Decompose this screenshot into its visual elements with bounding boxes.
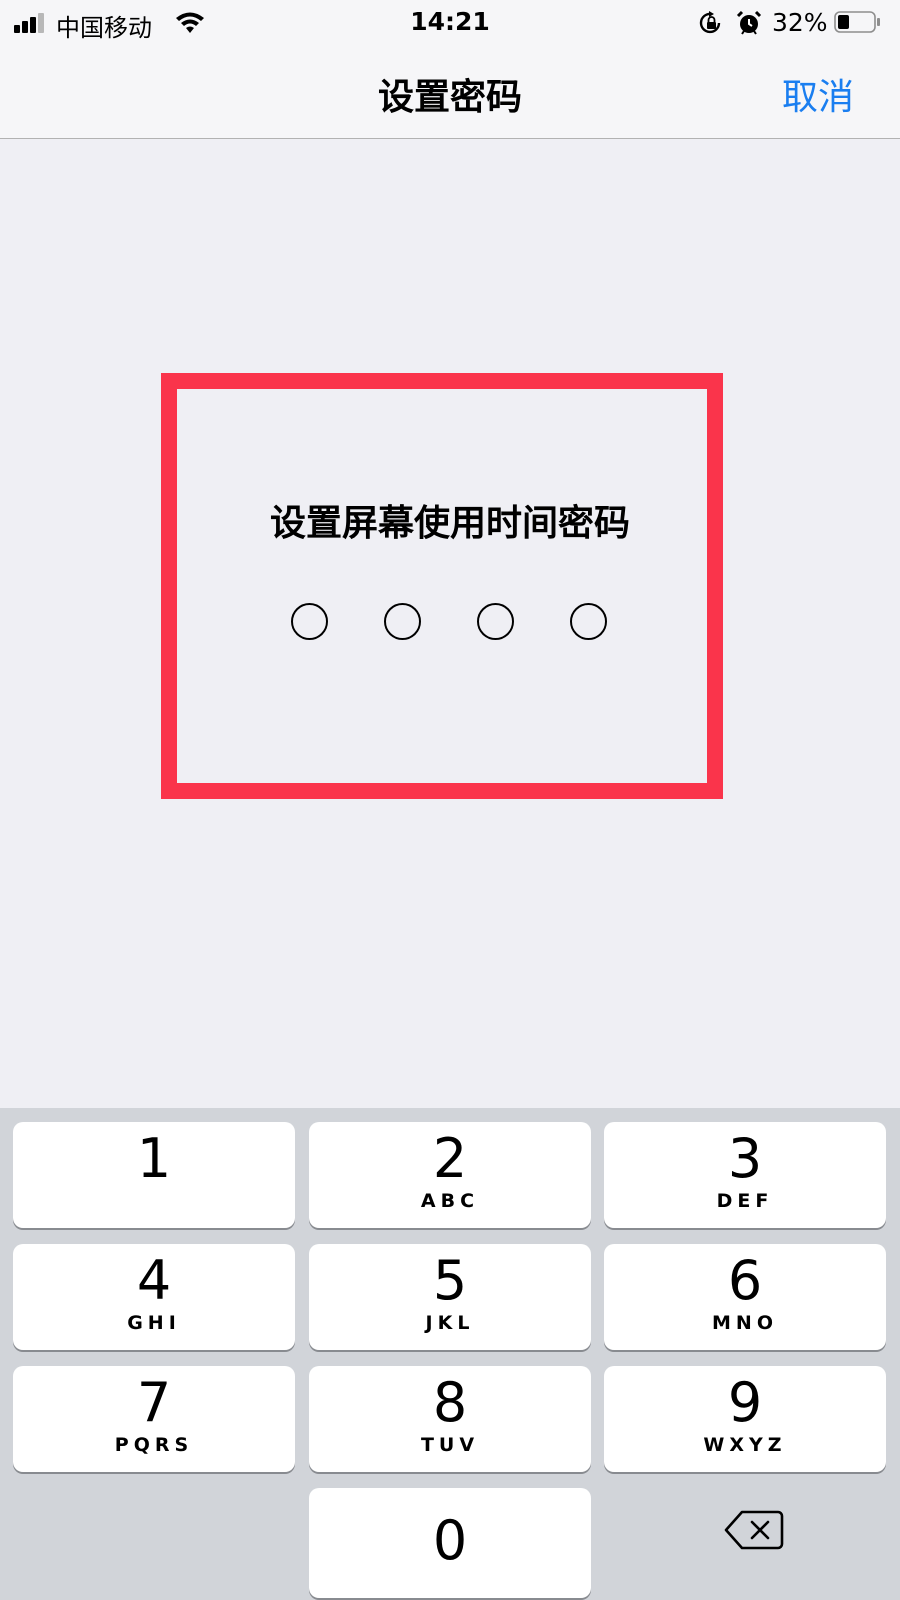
passcode-dot [570, 603, 607, 640]
key-letters: ABC [420, 1190, 480, 1212]
key-number: 5 [432, 1249, 468, 1312]
status-bar: 中国移动 14:21 32% [0, 0, 900, 46]
alarm-icon [736, 10, 762, 35]
key-1[interactable]: 1 [13, 1122, 295, 1228]
status-time: 14:21 [410, 7, 490, 36]
rotation-lock-icon [699, 11, 721, 34]
key-0[interactable]: 0 [309, 1488, 591, 1598]
key-number: 8 [432, 1371, 468, 1434]
battery-icon [834, 11, 880, 33]
key-6[interactable]: 6 MNO [604, 1244, 886, 1350]
key-letters: GHI [127, 1312, 181, 1334]
key-2[interactable]: 2 ABC [309, 1122, 591, 1228]
key-number: 0 [432, 1509, 468, 1572]
key-letters: TUV [420, 1434, 480, 1456]
key-number: 3 [727, 1127, 763, 1190]
passcode-dot [477, 603, 514, 640]
key-3[interactable]: 3 DEF [604, 1122, 886, 1228]
key-number: 4 [136, 1249, 172, 1312]
passcode-dot [384, 603, 421, 640]
key-5[interactable]: 5 JKL [309, 1244, 591, 1350]
key-8[interactable]: 8 TUV [309, 1366, 591, 1472]
key-number: 6 [727, 1249, 763, 1312]
battery-percent: 32% [772, 8, 828, 37]
page-title: 设置密码 [377, 77, 522, 118]
cancel-button[interactable]: 取消 [782, 68, 854, 120]
highlight-box [161, 373, 723, 799]
key-letters: JKL [425, 1312, 475, 1334]
passcode-prompt: 设置屏幕使用时间密码 [269, 503, 630, 544]
key-7[interactable]: 7 PQRS [13, 1366, 295, 1472]
key-number: 1 [136, 1127, 172, 1190]
key-letters: WXYZ [703, 1434, 787, 1456]
key-number: 2 [432, 1127, 468, 1190]
navigation-bar: 设置密码 取消 [0, 46, 900, 139]
key-letters: DEF [716, 1190, 774, 1212]
key-number: 9 [727, 1371, 763, 1434]
passcode-dots [0, 603, 900, 645]
key-letters: PQRS [114, 1434, 194, 1456]
key-number: 7 [136, 1371, 172, 1434]
passcode-dot [291, 603, 328, 640]
delete-icon[interactable] [724, 1508, 784, 1552]
key-9[interactable]: 9 WXYZ [604, 1366, 886, 1472]
key-letters: MNO [712, 1312, 778, 1334]
key-4[interactable]: 4 GHI [13, 1244, 295, 1350]
